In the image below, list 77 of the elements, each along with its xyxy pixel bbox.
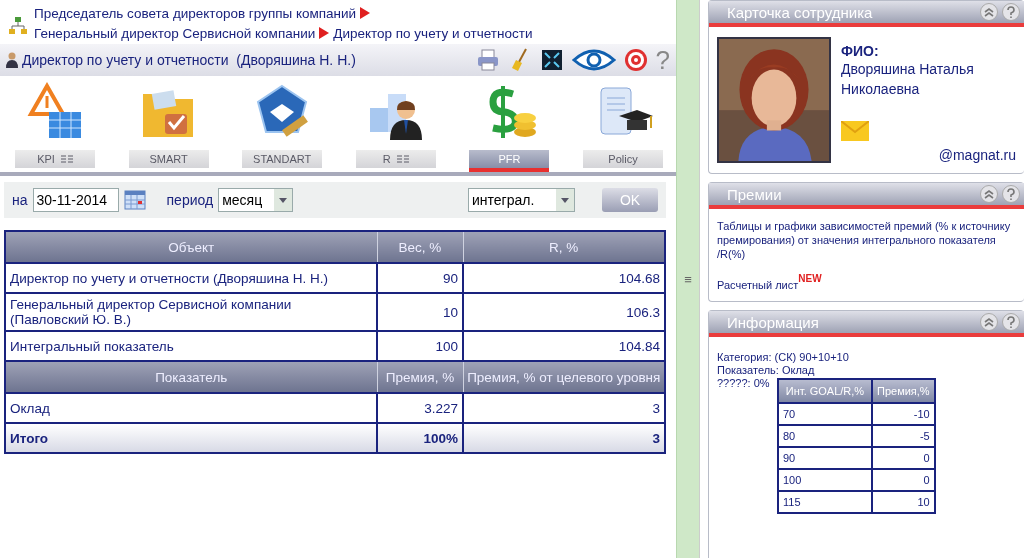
collapse-icon[interactable]: [980, 313, 998, 331]
column-header: Инт. GOAL/R,%: [778, 379, 872, 403]
fio-label: ФИО:: [841, 43, 880, 59]
splitter-grip[interactable]: ≡: [684, 271, 692, 287]
help-button[interactable]: ?: [655, 44, 670, 76]
breadcrumb-link[interactable]: Директор по учету и отчетности: [333, 26, 533, 41]
module-tab[interactable]: STANDART: [242, 150, 323, 168]
collapse-icon[interactable]: [980, 185, 998, 203]
caret-icon: [556, 189, 574, 211]
table-cell: 100: [778, 469, 872, 491]
period-label: период: [166, 192, 214, 208]
table-cell: 10: [377, 293, 463, 331]
arrow-icon: [319, 27, 330, 39]
period-dropdown[interactable]: месяц: [218, 188, 294, 212]
table-cell: 0: [872, 469, 935, 491]
help-icon[interactable]: [1002, 3, 1020, 21]
table-cell: -5: [872, 425, 935, 447]
info-line: Показатель: Оклад: [717, 364, 816, 377]
column-header: Вес, %: [377, 231, 463, 263]
grid-icon: [396, 155, 409, 163]
column-header: Объект: [5, 231, 377, 263]
header-title: Директор по учету и отчетности (Дворяшина Н. Н.): [22, 52, 356, 68]
table-cell: 3: [463, 423, 665, 453]
bonus-description[interactable]: Таблицы и графики зависимостей премий (% к источнику премирования) от значения интегрального показателя /R(%): [717, 219, 1016, 261]
splitter-bar[interactable]: ≡: [676, 0, 699, 558]
module-tab[interactable]: R: [355, 150, 436, 168]
email-link[interactable]: @magnat.ru: [938, 147, 1016, 163]
help-icon[interactable]: [1002, 185, 1020, 203]
table-cell: 90: [778, 447, 872, 469]
person-icon: [6, 52, 18, 68]
table-cell: Оклад: [5, 393, 377, 423]
table-cell: Генеральный директор Сервисной компании (Павловский Ю. В.): [5, 293, 377, 331]
target-icon[interactable]: [623, 48, 648, 72]
module-tab[interactable]: Policy: [582, 150, 663, 168]
eye-icon[interactable]: [571, 48, 616, 72]
collapse-icon[interactable]: [980, 3, 998, 21]
module-tab[interactable]: SMART: [128, 150, 209, 168]
arrow-icon: [360, 7, 371, 19]
module-tab[interactable]: KPI: [15, 150, 95, 168]
table-cell: 0: [872, 447, 935, 469]
breadcrumb-link[interactable]: Генеральный директор Сервисной компании: [34, 26, 316, 41]
hierarchy-icon: [8, 16, 28, 36]
column-header: Показатель: [5, 361, 377, 393]
info-line: ?????: 0%: [717, 377, 771, 390]
column-header: Премия, %: [377, 361, 463, 393]
table-cell: 104.68: [463, 263, 665, 293]
column-header: R, %: [463, 231, 665, 263]
grid-icon: [60, 155, 73, 163]
table-cell: 80: [778, 425, 872, 447]
table-cell: -10: [872, 403, 935, 425]
payslip-link[interactable]: Расчетный лист: [717, 273, 799, 291]
column-header: Премия,%: [872, 379, 935, 403]
caret-icon: [274, 189, 293, 211]
card-title: Карточка сотрудника: [727, 3, 873, 21]
card-title: Премии: [727, 185, 782, 203]
breadcrumb-link[interactable]: Председатель совета директоров группы компаний: [34, 6, 357, 21]
new-label: NEW: [798, 273, 822, 284]
table-cell: 106.3: [463, 293, 665, 331]
table-cell: 100%: [377, 423, 463, 453]
info-line: Категория: (СК) 90+10+10: [717, 351, 850, 364]
mode-dropdown[interactable]: интеграл.: [468, 188, 575, 212]
date-label: на: [12, 192, 28, 208]
calendar-icon[interactable]: [123, 190, 146, 210]
fullscreen-icon[interactable]: [539, 48, 564, 72]
table-cell: 70: [778, 403, 872, 425]
table-cell: 3: [463, 393, 665, 423]
card-title: Информация: [727, 313, 819, 331]
date-field[interactable]: 30-11-2014: [32, 188, 119, 212]
table-cell: Итого: [5, 423, 377, 453]
table-cell: 90: [377, 263, 463, 293]
printer-icon[interactable]: [475, 48, 500, 72]
table-cell: 115: [778, 491, 872, 513]
help-icon[interactable]: [1002, 313, 1020, 331]
employee-name: Дворяшина Наталья Николаевна: [841, 60, 975, 99]
table-cell: 10: [872, 491, 935, 513]
table-cell: Директор по учету и отчетности (Дворяшина Н. Н.): [5, 263, 377, 293]
column-header: Премия, % от целевого уровня: [463, 361, 665, 393]
